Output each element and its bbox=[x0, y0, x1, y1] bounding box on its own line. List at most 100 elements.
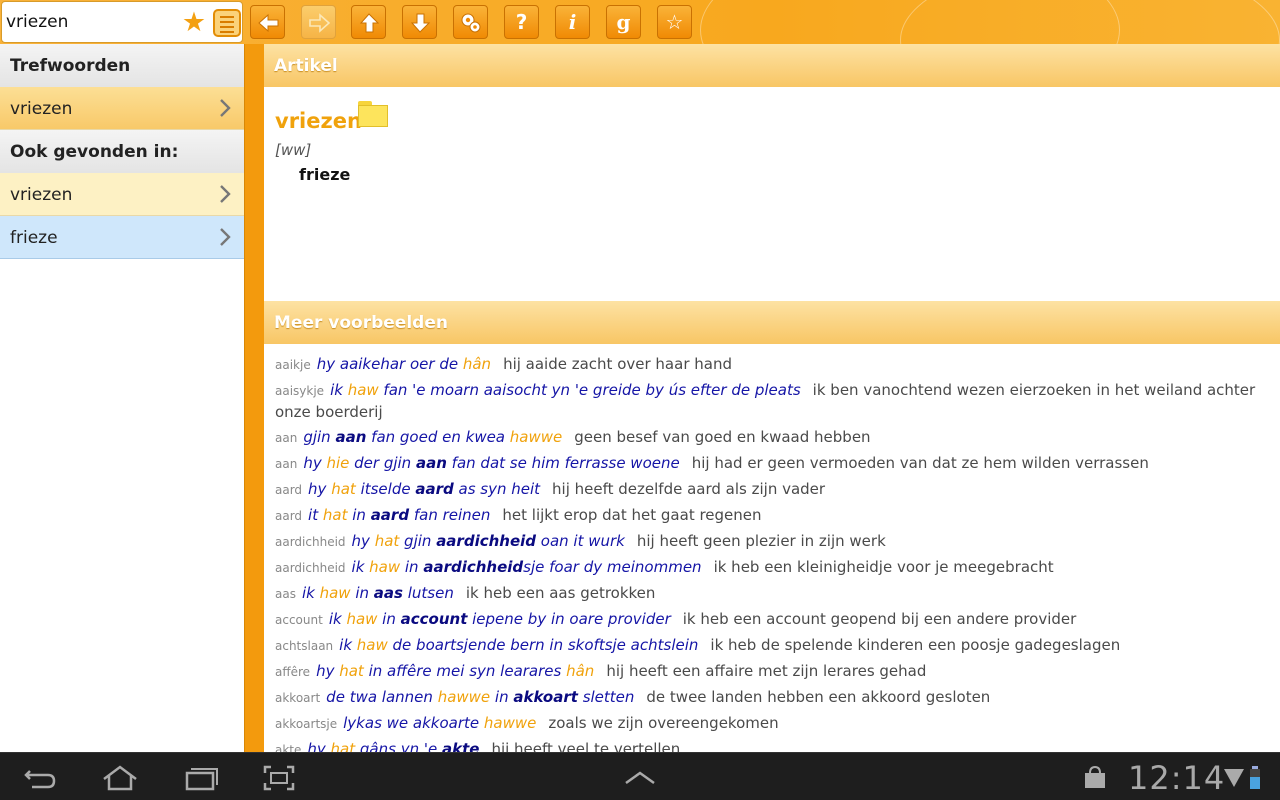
example-frisian-part: de twa lannen bbox=[326, 688, 438, 706]
example-frisian-part: haw bbox=[369, 558, 401, 576]
example-frisian: ik haw in aardichheidsje foar dy meinomm… bbox=[352, 558, 702, 576]
screenshot-icon[interactable] bbox=[259, 763, 299, 793]
example-row[interactable]: akkoartsje lykas we akkoarte hawwe zoals w… bbox=[264, 713, 1280, 735]
example-frisian-part: in bbox=[347, 506, 371, 524]
status-clock: 12:14 bbox=[1128, 759, 1226, 797]
example-frisian-part: fan goed en kwea bbox=[366, 428, 510, 446]
example-row[interactable]: account ik haw in account iepene by in oa… bbox=[264, 609, 1280, 631]
example-frisian-part: account bbox=[400, 610, 468, 628]
example-frisian-part: sje foar dy meinommen bbox=[523, 558, 702, 576]
recent-apps-icon[interactable] bbox=[181, 763, 221, 793]
example-frisian-part: aaike bbox=[339, 355, 381, 373]
example-row[interactable]: aard it hat in aard fan reinen het lijkt e… bbox=[264, 505, 1280, 527]
example-frisian-part: it bbox=[308, 506, 323, 524]
example-row[interactable]: achtslaan ik haw de boartsjende bern in s… bbox=[264, 635, 1280, 657]
panel-splitter[interactable] bbox=[244, 44, 264, 752]
question-icon: ? bbox=[515, 10, 528, 34]
example-frisian-part: aardichheid bbox=[423, 558, 524, 576]
example-keyword: aaisykje bbox=[275, 384, 325, 398]
help-button[interactable]: ? bbox=[504, 5, 539, 39]
example-row[interactable]: aaisykje ik haw fan 'e moarn aaisocht yn … bbox=[264, 380, 1280, 423]
example-frisian-part: ik bbox=[351, 558, 370, 576]
favorite-star-icon[interactable]: ★ bbox=[180, 9, 208, 37]
example-row[interactable]: aan hy hie der gjin aan fan dat se him fe… bbox=[264, 453, 1280, 475]
part-of-speech: [ww] bbox=[275, 141, 312, 159]
example-keyword: aaikje bbox=[275, 358, 311, 372]
example-frisian-part: in affêre mei syn learares bbox=[363, 662, 567, 680]
example-frisian-part: hawwe bbox=[509, 428, 563, 446]
google-button[interactable]: g bbox=[606, 5, 641, 39]
gears-icon bbox=[461, 13, 481, 33]
arrow-right-icon bbox=[309, 13, 330, 33]
search-input[interactable] bbox=[6, 8, 176, 36]
example-frisian-part: lutsen bbox=[402, 584, 454, 602]
ook-gevonden-header: Ook gevonden in: bbox=[0, 130, 244, 173]
example-frisian-part: fan dat se him ferrasse woene bbox=[446, 454, 680, 472]
headword: vriezen bbox=[275, 109, 362, 133]
arrow-left-icon bbox=[258, 13, 279, 33]
example-keyword: aardichheid bbox=[275, 561, 346, 575]
example-row[interactable]: akkoart de twa lannen hawwe in akkoart sl… bbox=[264, 687, 1280, 709]
example-frisian-part: aardichheid bbox=[436, 532, 537, 550]
example-row[interactable]: aas ik haw in aas lutsen ik heb een aas ge… bbox=[264, 583, 1280, 605]
example-frisian-part: ik bbox=[328, 610, 347, 628]
chevron-up-icon[interactable] bbox=[620, 763, 660, 793]
example-frisian-part: hy bbox=[303, 454, 327, 472]
example-row[interactable]: akte hy hat gâns yn 'e akte hij heeft veel… bbox=[264, 739, 1280, 752]
back-nav-icon[interactable] bbox=[20, 763, 60, 793]
example-frisian-part: hy bbox=[308, 480, 332, 498]
example-dutch: hij heeft dezelfde aard als zijn vader bbox=[552, 480, 826, 498]
example-frisian: gjin aan fan goed en kwea hawwe bbox=[303, 428, 562, 446]
example-row[interactable]: aaikje hy aaikehar oer de hân hij aaide za… bbox=[264, 354, 1280, 376]
example-row[interactable]: affêre hy hat in affêre mei syn learares … bbox=[264, 661, 1280, 683]
sidebar-item-result[interactable]: frieze bbox=[0, 216, 244, 259]
system-navbar: 12:14 bbox=[0, 752, 1280, 800]
example-row[interactable]: aard hy hat itselde aard as syn heit hij h… bbox=[264, 479, 1280, 501]
example-dutch: geen besef van goed en kwaad hebben bbox=[574, 428, 871, 446]
example-frisian-part: hy bbox=[351, 532, 375, 550]
example-dutch: ik heb de spelende kinderen een poosje g… bbox=[710, 636, 1121, 654]
example-row[interactable]: aardichheid hy hat gjin aardichheid oan i… bbox=[264, 531, 1280, 553]
battery-icon bbox=[1250, 766, 1260, 789]
example-row[interactable]: aardichheid ik haw in aardichheidsje foar… bbox=[264, 557, 1280, 579]
example-frisian-part: der gjin bbox=[349, 454, 416, 472]
example-frisian-part: aard bbox=[370, 506, 410, 524]
example-frisian: lykas we akkoarte hawwe bbox=[343, 714, 536, 732]
example-row[interactable]: aan gjin aan fan goed en kwea hawwe geen b… bbox=[264, 427, 1280, 449]
sidebar-item-result[interactable]: vriezen bbox=[0, 173, 244, 216]
example-frisian: hy hat gâns yn 'e akte bbox=[307, 740, 479, 752]
example-frisian-part: haw bbox=[347, 381, 379, 399]
example-frisian-part: hân bbox=[566, 662, 595, 680]
folder-icon[interactable] bbox=[358, 101, 388, 127]
trefwoorden-header: Trefwoorden bbox=[0, 44, 244, 87]
settings-button[interactable] bbox=[453, 5, 488, 39]
example-keyword: akkoart bbox=[275, 691, 321, 705]
sidebar-item-headword[interactable]: vriezen bbox=[0, 87, 244, 130]
example-frisian-part: aard bbox=[415, 480, 454, 498]
up-button[interactable] bbox=[351, 5, 386, 39]
example-frisian-part: de boartsjende bern in skoftsje achtslei… bbox=[387, 636, 699, 654]
example-dutch: hij had er geen vermoeden van dat ze hem… bbox=[691, 454, 1149, 472]
star-outline-icon: ☆ bbox=[665, 10, 684, 34]
forward-button[interactable] bbox=[301, 5, 336, 39]
back-button[interactable] bbox=[250, 5, 285, 39]
chevron-right-icon bbox=[220, 228, 231, 246]
example-keyword: achtslaan bbox=[275, 639, 334, 653]
example-frisian: ik haw in aas lutsen bbox=[302, 584, 454, 602]
store-icon[interactable] bbox=[1080, 763, 1110, 793]
example-keyword: akkoartsje bbox=[275, 717, 338, 731]
sidebar-item-label: vriezen bbox=[10, 99, 73, 119]
example-frisian-part: haw bbox=[319, 584, 351, 602]
down-button[interactable] bbox=[402, 5, 437, 39]
home-nav-icon[interactable] bbox=[100, 763, 140, 793]
favorites-button[interactable]: ☆ bbox=[657, 5, 692, 39]
list-menu-icon[interactable] bbox=[213, 9, 241, 37]
example-keyword: affêre bbox=[275, 665, 311, 679]
example-dutch: hij heeft veel te vertellen bbox=[491, 740, 681, 752]
translation: frieze bbox=[299, 165, 351, 184]
search-box: ★ bbox=[1, 1, 243, 43]
example-frisian-part: akte bbox=[441, 740, 480, 752]
example-keyword: aan bbox=[275, 457, 298, 471]
info-button[interactable]: i bbox=[555, 5, 590, 39]
example-frisian: ik haw de boartsjende bern in skoftsje a… bbox=[339, 636, 698, 654]
